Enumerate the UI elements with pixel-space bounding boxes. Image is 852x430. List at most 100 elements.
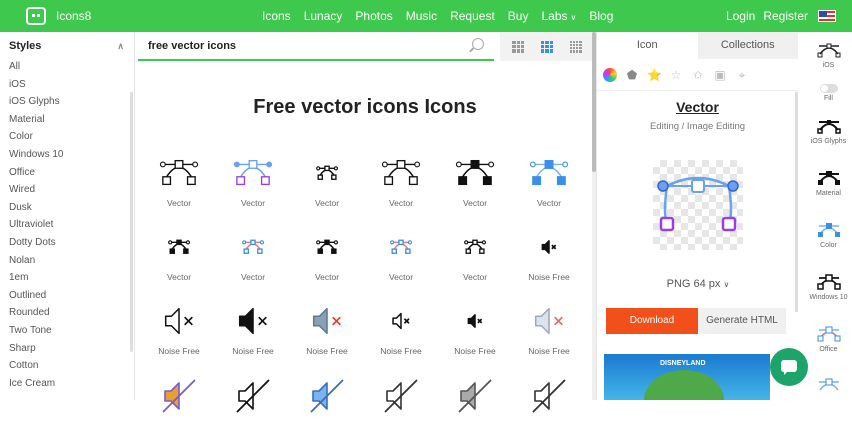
icon-tile[interactable]: Noise Free	[438, 302, 512, 356]
sidebar-style-item[interactable]: Dotty Dots	[0, 234, 134, 252]
sidebar-style-item[interactable]: Cotton	[0, 357, 134, 375]
icon-tile[interactable]: Noise Free	[512, 302, 586, 356]
sidebar-style-item[interactable]: Nolan	[0, 252, 134, 270]
icon-tile[interactable]: Vector	[512, 154, 586, 208]
generate-html-button[interactable]: Generate HTML	[698, 308, 786, 334]
rail-item-ios-glyphs[interactable]: iOS Glyphs	[805, 116, 852, 145]
sidebar-style-item[interactable]: Outlined	[0, 287, 134, 305]
sidebar-style-item[interactable]: Dusk	[0, 199, 134, 217]
icon-preview	[653, 160, 743, 250]
sidebar-style-item[interactable]: iOS	[0, 76, 134, 94]
promo-brand: DISNEYLAND	[660, 360, 706, 367]
icon-tile-label: Vector	[314, 272, 340, 282]
sidebar-style-item[interactable]: Office	[0, 164, 134, 182]
register-link[interactable]: Register	[763, 9, 808, 23]
sidebar-style-item[interactable]: iOS Glyphs	[0, 93, 134, 111]
star-outline-icon[interactable]: ☆	[669, 68, 683, 82]
icon-tile[interactable]: Noise Free	[512, 228, 586, 282]
page-title: Free vector icons Icons	[253, 96, 477, 118]
star-badge-icon[interactable]: ⭐	[647, 68, 662, 82]
sidebar-style-item[interactable]: Two Tone	[0, 322, 134, 340]
rail-item-windows-10[interactable]: Windows 10	[805, 272, 852, 301]
icon-tile[interactable]: Vector	[364, 228, 438, 282]
icon-tile[interactable]: Vector	[290, 154, 364, 208]
search-input[interactable]	[148, 39, 448, 52]
icon-tile[interactable]	[512, 376, 586, 430]
icon-tile[interactable]: Vector	[142, 228, 216, 282]
rail-item-office[interactable]: Office	[805, 324, 852, 353]
color-wheel-icon[interactable]	[603, 67, 617, 82]
chat-button[interactable]	[770, 348, 808, 386]
icon-tile[interactable]: Vector	[290, 228, 364, 282]
panel-scrollbar[interactable]	[795, 92, 798, 312]
icon-tile[interactable]	[142, 376, 216, 430]
nav-blog[interactable]: Blog	[589, 9, 613, 23]
nav-music[interactable]: Music	[406, 9, 437, 23]
vector-more-icon	[818, 378, 839, 391]
tab-collections[interactable]: Collections	[697, 32, 798, 59]
brand-name: Icons8	[56, 9, 92, 23]
nav-icons[interactable]: Icons	[262, 9, 291, 23]
style-rail: iOS Fill iOS Glyphs Material Color Windo…	[805, 32, 852, 400]
icon-tile[interactable]: Noise Free	[142, 302, 216, 356]
nav-request[interactable]: Request	[450, 9, 495, 23]
sidebar-style-item[interactable]: All	[0, 58, 134, 76]
icon-tile[interactable]: Vector	[216, 228, 290, 282]
icon-tile[interactable]	[216, 376, 290, 430]
fill-toggle[interactable]	[819, 84, 838, 93]
us-flag-icon[interactable]	[818, 10, 836, 22]
icon-category[interactable]: Editing / Image Editing	[597, 121, 798, 132]
sidebar-scrollbar[interactable]	[130, 92, 133, 352]
search-icon[interactable]	[472, 38, 484, 50]
crop-icon[interactable]: ⌖	[735, 68, 749, 82]
icon-tile[interactable]	[364, 376, 438, 430]
rail-item-material[interactable]: Material	[805, 168, 852, 197]
brand-logo[interactable]: Icons8	[26, 7, 226, 25]
icon-tile[interactable]: Vector	[364, 154, 438, 208]
sidebar-style-item[interactable]: Rounded	[0, 304, 134, 322]
icon-tile[interactable]: Noise Free	[216, 302, 290, 356]
sidebar-style-item[interactable]: Ice Cream	[0, 375, 134, 393]
sidebar-style-item[interactable]: Windows 10	[0, 146, 134, 164]
download-button[interactable]: Download	[606, 308, 698, 334]
recolor-icon[interactable]: ⬟	[625, 68, 639, 82]
icon-tile-label: Vector	[462, 198, 488, 208]
styles-header[interactable]: Styles ∧	[0, 32, 134, 58]
nav-buy[interactable]: Buy	[508, 9, 529, 23]
rail-fill-toggle[interactable]: Fill	[805, 82, 852, 102]
tab-icon[interactable]: Icon	[597, 32, 698, 59]
icon-tile[interactable]: Vector	[438, 228, 512, 282]
icon-tile[interactable]: Noise Free	[290, 302, 364, 356]
grid-large-view-icon[interactable]	[569, 40, 582, 53]
sidebar-style-item[interactable]: 1em	[0, 269, 134, 287]
chevron-up-icon[interactable]: ∧	[117, 41, 124, 52]
rail-item-ios[interactable]: iOS	[805, 40, 852, 69]
sidebar-style-item[interactable]: Ultraviolet	[0, 216, 134, 234]
star-square-icon[interactable]: ▣	[713, 68, 727, 82]
icon-tile[interactable]: Vector	[142, 154, 216, 208]
star-icon[interactable]: ✩	[691, 68, 705, 82]
grid-small-view-icon[interactable]	[512, 40, 525, 53]
sidebar-style-item[interactable]: Wired	[0, 181, 134, 199]
nav-lunacy[interactable]: Lunacy	[304, 9, 343, 23]
icon-tile[interactable]	[290, 376, 364, 430]
rail-item-color[interactable]: Color	[805, 220, 852, 249]
sidebar-style-item[interactable]: Material	[0, 111, 134, 129]
icon-name[interactable]: Vector	[597, 99, 798, 115]
promo-banner[interactable]: DISNEYLAND	[604, 354, 770, 400]
styles-title: Styles	[9, 40, 42, 52]
nav-photos[interactable]: Photos	[355, 9, 392, 23]
icon-tile[interactable]: Vector	[438, 154, 512, 208]
grid-medium-view-icon[interactable]	[540, 40, 553, 53]
login-link[interactable]: Login	[726, 9, 755, 23]
style-list: All iOS iOS Glyphs Material Color Windows 10 O…	[0, 58, 134, 392]
rail-item-more[interactable]	[805, 376, 852, 396]
sidebar-style-item[interactable]: Color	[0, 128, 134, 146]
format-selector[interactable]: PNG 64 px ∨	[597, 278, 799, 290]
icon-tile[interactable]: Vector	[216, 154, 290, 208]
icon-tile[interactable]	[438, 376, 512, 430]
vector-glyph-icon	[816, 120, 841, 134]
sidebar-style-item[interactable]: Sharp	[0, 340, 134, 358]
icon-tile[interactable]: Noise Free	[364, 302, 438, 356]
nav-labs[interactable]: Labs ∨	[541, 9, 576, 23]
